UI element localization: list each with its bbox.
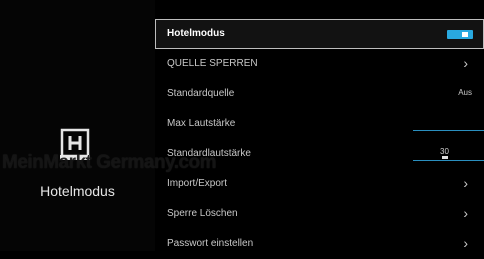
menu-item-label: Max Lautstärke bbox=[167, 118, 236, 129]
watermark-text: MeinMarkt Germany.com bbox=[2, 152, 217, 173]
chevron-right-icon: › bbox=[463, 205, 468, 221]
hotelmodus-toggle[interactable] bbox=[447, 30, 473, 39]
menu-item-label: Import/Export bbox=[167, 178, 228, 189]
menu-item-sperre-loeschen[interactable]: Sperre Löschen › bbox=[155, 199, 484, 229]
menu-item-quelle-sperren[interactable]: QUELLE SPERREN › bbox=[155, 49, 484, 79]
settings-menu: Hotelmodus QUELLE SPERREN › Standardquel… bbox=[155, 18, 484, 251]
chevron-right-icon: › bbox=[463, 55, 468, 71]
chevron-right-icon: › bbox=[463, 235, 468, 251]
left-panel: MeinMarkt Germany.com Hotelmodus bbox=[0, 0, 217, 251]
menu-item-label: Standardquelle bbox=[167, 88, 235, 99]
chevron-right-icon: › bbox=[463, 175, 468, 191]
menu-item-passwort-einstellen[interactable]: Passwort einstellen › bbox=[155, 229, 484, 259]
menu-item-label: QUELLE SPERREN bbox=[167, 58, 258, 69]
left-panel-title: Hotelmodus bbox=[40, 183, 115, 199]
max-lautstaerke-slider[interactable] bbox=[413, 130, 484, 131]
menu-item-max-lautstaerke[interactable]: Max Lautstärke bbox=[155, 109, 484, 139]
menu-item-label: Sperre Löschen bbox=[167, 208, 238, 219]
menu-item-hotelmodus[interactable]: Hotelmodus bbox=[155, 19, 484, 49]
standardquelle-value: Aus bbox=[458, 88, 472, 97]
slider-thumb[interactable] bbox=[442, 156, 448, 159]
menu-item-label: Hotelmodus bbox=[167, 28, 225, 39]
standardlautstaerke-slider[interactable] bbox=[413, 160, 484, 161]
toggle-knob bbox=[462, 32, 468, 37]
standardlautstaerke-value: 30 bbox=[440, 147, 449, 156]
menu-item-label: Passwort einstellen bbox=[167, 238, 254, 249]
menu-item-standardquelle[interactable]: Standardquelle Aus bbox=[155, 79, 484, 109]
